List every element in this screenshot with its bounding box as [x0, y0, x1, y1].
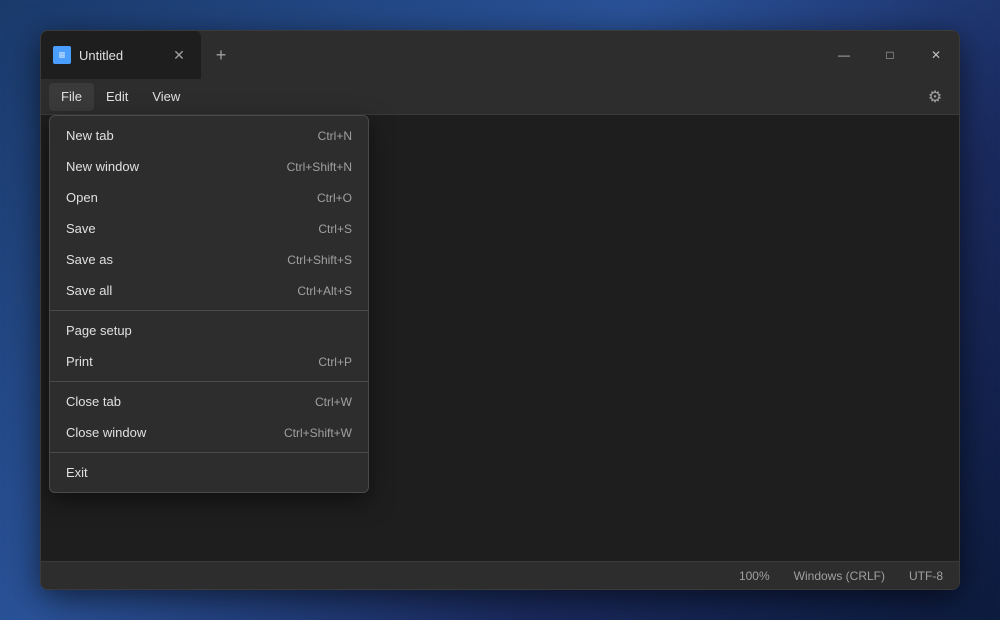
menu-view[interactable]: View [140, 83, 192, 111]
menu-file[interactable]: File [49, 83, 94, 111]
menu-item-print[interactable]: Print Ctrl+P [50, 346, 368, 377]
menu-item-print-shortcut: Ctrl+P [318, 355, 352, 369]
settings-button[interactable]: ⚙ [919, 81, 951, 113]
menu-edit[interactable]: Edit [94, 83, 140, 111]
minimize-button[interactable]: — [821, 31, 867, 79]
menu-item-exit[interactable]: Exit [50, 457, 368, 488]
separator-1 [50, 310, 368, 311]
menu-item-save-as[interactable]: Save as Ctrl+Shift+S [50, 244, 368, 275]
title-bar-left: Untitled ✕ + [41, 31, 821, 79]
line-ending: Windows (CRLF) [794, 569, 885, 583]
tab-icon [53, 46, 71, 64]
tab-close-button[interactable]: ✕ [169, 45, 189, 65]
menu-item-close-window-shortcut: Ctrl+Shift+W [284, 426, 352, 440]
menu-item-new-tab-label: New tab [66, 128, 114, 143]
menu-item-new-tab-shortcut: Ctrl+N [318, 129, 352, 143]
menu-item-save-label: Save [66, 221, 96, 236]
menu-item-new-window-label: New window [66, 159, 139, 174]
menu-item-new-window-shortcut: Ctrl+Shift+N [287, 160, 352, 174]
menu-item-close-tab[interactable]: Close tab Ctrl+W [50, 386, 368, 417]
menu-item-print-label: Print [66, 354, 93, 369]
close-button[interactable]: ✕ [913, 31, 959, 79]
menu-bar: File Edit View ⚙ New tab Ctrl+N New wind… [41, 79, 959, 115]
app-window: Untitled ✕ + — □ ✕ File Edit View ⚙ New … [40, 30, 960, 590]
menu-item-open-label: Open [66, 190, 98, 205]
separator-3 [50, 452, 368, 453]
menu-item-open[interactable]: Open Ctrl+O [50, 182, 368, 213]
zoom-level: 100% [739, 569, 770, 583]
encoding: UTF-8 [909, 569, 943, 583]
new-tab-button[interactable]: + [205, 39, 237, 71]
maximize-button[interactable]: □ [867, 31, 913, 79]
menu-item-save-all[interactable]: Save all Ctrl+Alt+S [50, 275, 368, 306]
menu-item-page-setup[interactable]: Page setup [50, 315, 368, 346]
menu-item-page-setup-label: Page setup [66, 323, 132, 338]
separator-2 [50, 381, 368, 382]
menu-item-save-all-label: Save all [66, 283, 112, 298]
tab-title: Untitled [79, 48, 161, 63]
menu-item-open-shortcut: Ctrl+O [317, 191, 352, 205]
status-bar: 100% Windows (CRLF) UTF-8 [41, 561, 959, 589]
menu-item-save-as-label: Save as [66, 252, 113, 267]
menu-item-save-as-shortcut: Ctrl+Shift+S [287, 253, 352, 267]
menu-item-close-tab-label: Close tab [66, 394, 121, 409]
window-controls: — □ ✕ [821, 31, 959, 79]
menu-item-save-shortcut: Ctrl+S [318, 222, 352, 236]
menu-item-exit-label: Exit [66, 465, 88, 480]
menu-item-new-tab[interactable]: New tab Ctrl+N [50, 120, 368, 151]
active-tab[interactable]: Untitled ✕ [41, 31, 201, 79]
menu-item-close-window[interactable]: Close window Ctrl+Shift+W [50, 417, 368, 448]
menu-item-save[interactable]: Save Ctrl+S [50, 213, 368, 244]
menu-item-close-tab-shortcut: Ctrl+W [315, 395, 352, 409]
menu-item-new-window[interactable]: New window Ctrl+Shift+N [50, 151, 368, 182]
file-dropdown-menu: New tab Ctrl+N New window Ctrl+Shift+N O… [49, 115, 369, 493]
title-bar: Untitled ✕ + — □ ✕ [41, 31, 959, 79]
menu-item-close-window-label: Close window [66, 425, 146, 440]
menu-item-save-all-shortcut: Ctrl+Alt+S [297, 284, 352, 298]
